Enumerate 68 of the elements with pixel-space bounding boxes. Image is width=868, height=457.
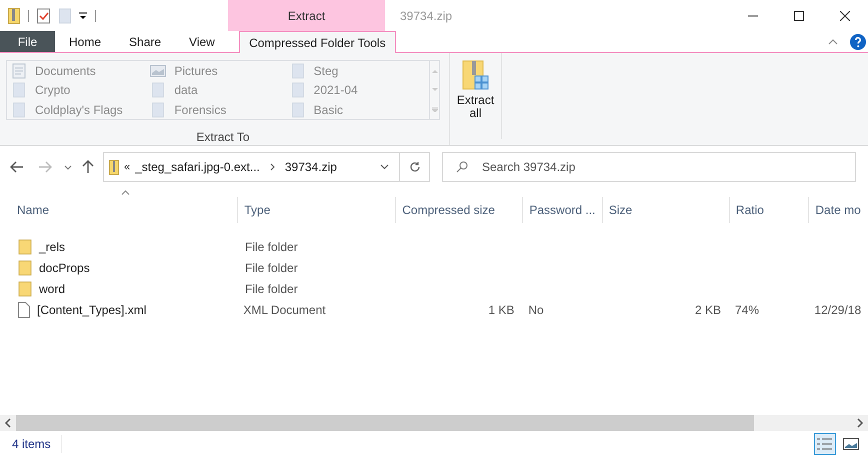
refresh-icon[interactable] — [408, 161, 420, 173]
table-cell-text: docProps — [39, 260, 90, 276]
table-cell-text: [Content_Types].xml — [37, 302, 146, 318]
breadcrumb[interactable]: _steg_safari.jpg-0.ext... — [135, 158, 260, 176]
item-count: 4 items — [12, 435, 62, 453]
column-header[interactable]: Password ... — [529, 201, 596, 219]
search-icon — [456, 161, 468, 173]
zip-extract-icon — [462, 60, 490, 90]
context-tab-header: Extract — [228, 0, 385, 31]
table-cell-text: File folder — [245, 260, 298, 276]
ribbon-tab[interactable]: Home — [55, 31, 116, 52]
back-icon[interactable] — [10, 161, 24, 173]
document-icon — [18, 302, 30, 318]
address-bar[interactable]: « _steg_safari.jpg-0.ext... 39734.zip — [103, 152, 430, 182]
customize-dropdown-icon[interactable] — [79, 12, 87, 20]
breadcrumb-separator-icon[interactable] — [270, 163, 275, 171]
collapse-ribbon-icon[interactable] — [828, 38, 838, 44]
folder-icon — [18, 260, 32, 276]
folder-icon — [152, 82, 164, 98]
table-cell-text: 1 KB — [488, 302, 514, 318]
table-cell-text: File folder — [245, 238, 298, 256]
document-icon — [12, 63, 26, 79]
file-row[interactable]: word File folder — [0, 278, 868, 299]
maximize-icon — [794, 10, 804, 20]
column-header[interactable]: Date mo — [815, 201, 861, 219]
column-header[interactable]: Compressed size — [402, 201, 495, 219]
window-title: 39734.zip — [400, 8, 452, 24]
address-dropdown-icon[interactable] — [380, 164, 389, 170]
folder-icon — [18, 238, 32, 254]
close-icon — [840, 10, 850, 20]
details-view-button[interactable] — [814, 433, 836, 455]
table-cell-text: 2 KB — [694, 302, 721, 318]
file-tab[interactable]: File — [0, 31, 55, 52]
table-cell-text: _rels — [39, 238, 66, 256]
table-cell-text: 12/29/18 — [814, 302, 862, 318]
picture-icon — [150, 65, 166, 77]
details-list-icon — [816, 437, 834, 451]
column-header[interactable]: Size — [608, 201, 632, 219]
table-cell-text: XML Document — [243, 302, 326, 318]
group-label: Extract To — [195, 129, 251, 146]
column-header[interactable]: Ratio — [736, 201, 764, 219]
breadcrumb[interactable]: 39734.zip — [284, 158, 337, 176]
folder-icon — [13, 82, 25, 98]
zip-folder-icon[interactable] — [8, 8, 20, 24]
column-header[interactable]: Type — [244, 201, 270, 219]
ribbon-tab[interactable]: Compressed Folder Tools — [238, 31, 396, 53]
extract-all-button[interactable]: Extract all — [454, 60, 496, 120]
folder-icon — [292, 82, 304, 98]
overflow-chevron[interactable]: « — [124, 158, 130, 176]
zip-folder-icon — [109, 160, 119, 174]
file-row[interactable]: _rels File folder — [0, 236, 868, 257]
up-icon[interactable] — [82, 160, 94, 174]
folder-icon — [292, 63, 304, 79]
file-row[interactable]: docProps File folder — [0, 257, 868, 278]
column-header[interactable]: Name — [17, 201, 50, 219]
file-row[interactable]: [Content_Types].xml XML Document 1 KB No 2 KB 74% 12/29/18 — [0, 299, 868, 320]
table-cell-text: 74% — [734, 302, 759, 318]
properties-icon[interactable] — [37, 8, 51, 24]
thumbnail-icon — [843, 438, 859, 450]
table-cell-text: File folder — [245, 280, 298, 298]
table-cell-text: No — [528, 302, 544, 318]
search-field[interactable]: Search 39734.zip — [442, 152, 856, 182]
recent-dropdown-icon[interactable] — [64, 164, 72, 170]
ribbon-tab[interactable]: View — [175, 31, 229, 52]
folder-icon — [18, 280, 32, 296]
table-cell-text: word — [39, 280, 66, 298]
ribbon-tab[interactable]: Share — [115, 31, 176, 52]
help-icon[interactable] — [850, 34, 866, 50]
